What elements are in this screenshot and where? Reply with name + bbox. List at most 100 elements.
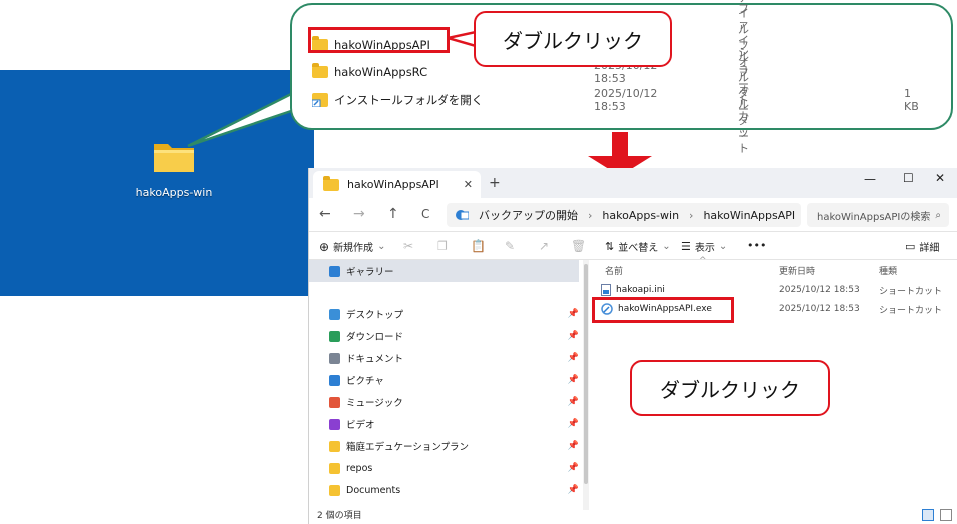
more-button[interactable]: ••• — [747, 239, 766, 252]
double-click-callout-top: ダブルクリック — [474, 11, 672, 67]
search-icon: ⌕ — [935, 209, 941, 221]
pin-icon[interactable]: 📌 — [568, 353, 579, 363]
copy-icon[interactable]: ❐ — [437, 239, 448, 253]
nav-label: ギャラリー — [346, 267, 394, 278]
forward-button[interactable]: → — [353, 206, 365, 222]
nav-item-icon — [329, 330, 340, 342]
share-icon[interactable]: ↗ — [539, 239, 549, 253]
item-size: 1 KB — [904, 87, 919, 113]
title-bar: hakoWinAppsAPI ✕ + — ☐ ✕ — [309, 168, 957, 198]
nav-label: ビデオ — [346, 420, 375, 431]
nav-item[interactable]: 箱庭エデュケーションプラン 📌 — [329, 436, 579, 456]
nav-item[interactable]: ダウンロード 📌 — [329, 326, 579, 346]
close-tab-icon[interactable]: ✕ — [464, 178, 473, 191]
highlight-box — [592, 297, 734, 323]
file-date: 2025/10/12 18:53 — [779, 285, 860, 295]
sort-button[interactable]: ⇅ 並べ替え ⌄ — [605, 239, 671, 254]
column-header-date[interactable]: 更新日時 — [779, 264, 815, 277]
item-type: ショートカット — [738, 46, 749, 155]
nav-item[interactable]: ミュージック 📌 — [329, 392, 579, 412]
breadcrumb-item[interactable]: hakoWinAppsAPI — [703, 209, 795, 222]
item-name: インストールフォルダを開く — [334, 93, 484, 107]
view-icon: ☰ — [681, 240, 691, 253]
nav-item-icon — [329, 440, 340, 452]
refresh-button[interactable]: C — [421, 207, 429, 221]
breadcrumb-separator: › — [588, 208, 593, 222]
nav-scrollbar[interactable] — [583, 260, 589, 510]
details-button[interactable]: ▭ 詳細 — [905, 239, 939, 254]
column-header-type[interactable]: 種類 — [879, 264, 897, 277]
cut-icon[interactable]: ✂ — [403, 239, 413, 253]
navigation-pane: ギャラリー デスクトップ 📌 ダウンロード 📌 ドキュメント 📌 ピクチャ 📌 ミュージック 📌 ビ… — [309, 260, 581, 510]
pin-icon[interactable]: 📌 — [568, 419, 579, 429]
sort-icon: ⇅ — [605, 240, 615, 253]
folder-icon — [312, 63, 328, 78]
search-box[interactable]: hakoWinAppsAPIの検索 ⌕ — [807, 203, 949, 227]
status-bar: 2 個の項目 — [309, 508, 957, 524]
breadcrumb-separator: › — [689, 208, 694, 222]
nav-label: ドキュメント — [346, 354, 404, 365]
nav-item-gallery[interactable]: ギャラリー — [309, 260, 579, 282]
nav-item-icon — [329, 462, 340, 474]
pin-icon[interactable]: 📌 — [568, 331, 579, 341]
sort-up-icon: ^ — [699, 256, 707, 266]
paste-icon[interactable]: 📋 — [471, 239, 486, 253]
double-click-callout-bottom: ダブルクリック — [630, 360, 830, 416]
tab-title: hakoWinAppsAPI — [347, 178, 439, 191]
item-count: 2 個の項目 — [317, 511, 362, 521]
back-button[interactable]: ← — [319, 206, 331, 222]
sort-label: 並べ替え — [618, 243, 659, 254]
details-view-icon[interactable] — [922, 509, 934, 521]
pin-icon[interactable]: 📌 — [568, 441, 579, 451]
pin-icon[interactable]: 📌 — [568, 397, 579, 407]
maximize-button[interactable]: ☐ — [903, 171, 914, 185]
nav-label: ピクチャ — [346, 376, 384, 387]
nav-label: 箱庭エデュケーションプラン — [346, 442, 470, 453]
shortcut-icon — [312, 93, 328, 107]
scrollbar-thumb[interactable] — [584, 264, 588, 484]
pin-icon[interactable]: 📌 — [568, 375, 579, 385]
backup-icon — [456, 210, 469, 220]
delete-icon[interactable]: 🗑 — [571, 239, 586, 253]
pin-icon[interactable]: 📌 — [568, 463, 579, 473]
file-type: ショートカット — [879, 305, 943, 316]
nav-item-icon — [329, 396, 340, 408]
tiles-view-icon[interactable] — [940, 509, 952, 521]
view-button[interactable]: ☰ 表示 ⌄ — [681, 239, 727, 254]
nav-item[interactable]: Documents 📌 — [329, 480, 579, 500]
nav-item[interactable]: デスクトップ 📌 — [329, 304, 579, 324]
breadcrumb-item[interactable]: バックアップの開始 — [479, 207, 578, 223]
nav-label: ダウンロード — [346, 332, 404, 343]
file-name: hakoapi.ini — [616, 285, 665, 295]
nav-label: Documents — [346, 484, 401, 496]
up-button[interactable]: ↑ — [387, 206, 399, 222]
pin-icon[interactable]: 📌 — [568, 485, 579, 495]
column-header-name[interactable]: 名前 — [605, 264, 623, 277]
highlight-box — [308, 27, 450, 53]
rename-icon[interactable]: ✎ — [505, 239, 515, 253]
command-bar: ⊕ 新規作成 ⌄ ✂ ❐ 📋 ✎ ↗ 🗑 ⇅ 並べ替え ⌄ ☰ 表示 ⌄ •••… — [309, 232, 957, 260]
nav-item-icon — [329, 484, 340, 496]
new-button[interactable]: ⊕ 新規作成 ⌄ — [319, 239, 386, 255]
plus-circle-icon: ⊕ — [319, 239, 330, 254]
nav-item[interactable]: ピクチャ 📌 — [329, 370, 579, 390]
file-date: 2025/10/12 18:53 — [779, 304, 860, 314]
pin-icon[interactable]: 📌 — [568, 309, 579, 319]
new-tab-icon[interactable]: + — [489, 175, 501, 191]
nav-item[interactable]: repos 📌 — [329, 458, 579, 478]
details-label: 詳細 — [919, 243, 940, 254]
nav-item[interactable]: ビデオ 📌 — [329, 414, 579, 434]
close-button[interactable]: ✕ — [935, 171, 945, 185]
breadcrumb-item[interactable]: hakoApps-win — [602, 209, 679, 222]
minimize-button[interactable]: — — [864, 172, 876, 186]
chevron-down-icon: ⌄ — [377, 241, 386, 252]
item-name: hakoWinAppsRC — [334, 65, 428, 79]
ini-file-icon — [601, 284, 611, 296]
tab-hakowinappsapi[interactable]: hakoWinAppsAPI ✕ — [313, 171, 481, 198]
view-label: 表示 — [694, 243, 715, 254]
nav-item[interactable]: ドキュメント 📌 — [329, 348, 579, 368]
file-explorer-window: hakoWinAppsAPI ✕ + — ☐ ✕ ← → ↑ C バックアップの… — [308, 168, 957, 524]
nav-label: デスクトップ — [346, 310, 404, 321]
address-bar[interactable]: バックアップの開始 › hakoApps-win › hakoWinAppsAP… — [447, 203, 801, 227]
nav-item-icon — [329, 418, 340, 430]
